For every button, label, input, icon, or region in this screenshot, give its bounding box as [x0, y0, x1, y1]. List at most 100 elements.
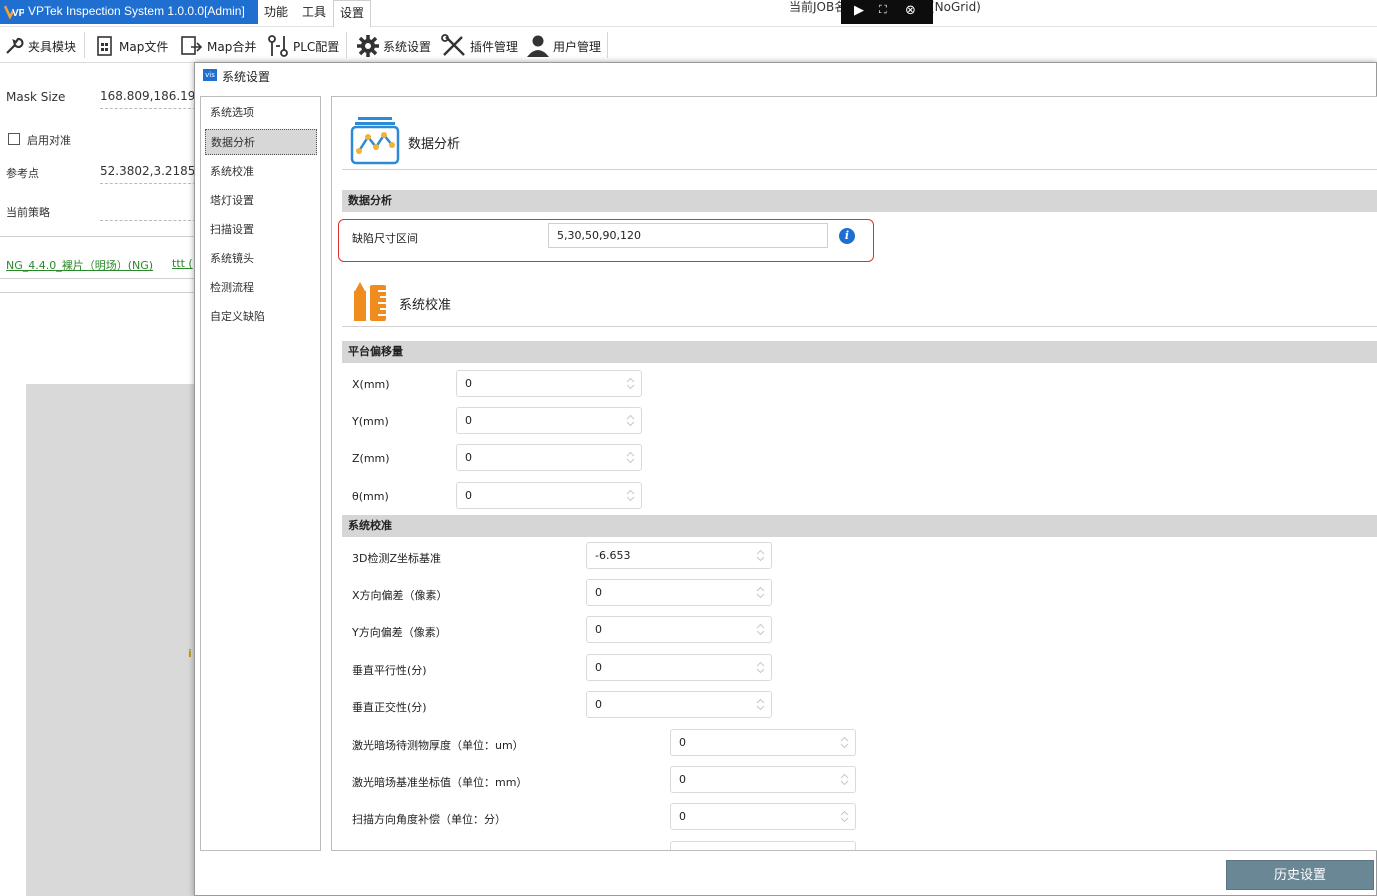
spin-arrows-icon[interactable]	[756, 698, 765, 711]
offset-z-label: Z(mm)	[352, 452, 390, 465]
defect-size-input[interactable]: 5,30,50,90,120	[548, 223, 828, 248]
dialog-title-bar: vis 系统设置	[195, 63, 1376, 91]
toolbar-divider	[346, 32, 347, 58]
offset-y-label: Y(mm)	[352, 415, 389, 428]
main-toolbar: 夹具模块 Map文件 Map合并 PLC配置 系统设置 插件管理 用户管理	[0, 28, 1377, 63]
nav-scan-settings[interactable]: 扫描设置	[205, 217, 317, 243]
vertical-parallelism-label: 垂直平行性(分)	[352, 664, 427, 677]
enable-align-checkbox[interactable]	[8, 133, 20, 145]
offset-theta-spinbox[interactable]: 0	[456, 482, 642, 509]
laser-thickness-spinbox[interactable]: 0	[670, 729, 856, 756]
spin-arrows-icon[interactable]	[756, 586, 765, 599]
spin-arrows-icon[interactable]	[840, 736, 849, 749]
laser-baseline-value: 0	[679, 773, 686, 786]
next-spinbox-partial[interactable]	[670, 841, 856, 850]
offset-x-label: X(mm)	[352, 378, 390, 391]
offset-theta-value: 0	[465, 489, 472, 502]
offset-x-spinbox[interactable]: 0	[456, 370, 642, 397]
toolbar-label: PLC配置	[293, 39, 340, 54]
recipe-link-2[interactable]: ttt (	[172, 257, 193, 270]
x-deviation-label: X方向偏差（像素）	[352, 589, 448, 602]
stray-glyph: i	[188, 647, 192, 660]
spin-arrows-icon[interactable]	[840, 810, 849, 823]
plugin-manage-button[interactable]: 插件管理	[441, 32, 518, 60]
recipe-info-panel: Mask Size 168.809,186.1954 启用对准 参考点 52.3…	[0, 64, 211, 896]
dialog-title: 系统设置	[222, 70, 271, 84]
nav-system-options[interactable]: 系统选项	[205, 100, 317, 126]
spin-arrows-icon[interactable]	[626, 377, 635, 390]
calibration-section-title: 系统校准	[399, 298, 452, 313]
laser-thickness-value: 0	[679, 736, 686, 749]
nav-tower-light[interactable]: 塔灯设置	[205, 188, 317, 214]
merge-icon	[181, 36, 203, 55]
spin-arrows-icon[interactable]	[626, 414, 635, 427]
vertical-orthogonality-value: 0	[595, 698, 602, 711]
system-settings-button[interactable]: 系统设置	[356, 32, 431, 60]
vertical-orthogonality-label: 垂直正交性(分)	[352, 701, 427, 714]
recipe-link[interactable]: NG_4.4.0_裸片（明场）(NG)	[6, 257, 153, 273]
spin-arrows-icon[interactable]	[756, 549, 765, 562]
play-icon[interactable]: ▶	[854, 3, 864, 18]
wafer-view	[26, 384, 200, 896]
nav-system-calibration[interactable]: 系统校准	[205, 159, 317, 185]
vertical-orthogonality-spinbox[interactable]: 0	[586, 691, 772, 718]
x-deviation-spinbox[interactable]: 0	[586, 579, 772, 606]
offset-z-spinbox[interactable]: 0	[456, 444, 642, 471]
offset-y-spinbox[interactable]: 0	[456, 407, 642, 434]
map-merge-button[interactable]: Map合并	[180, 32, 256, 60]
defect-size-label: 缺陷尺寸区间	[352, 232, 418, 245]
history-settings-button[interactable]: 历史设置	[1226, 860, 1374, 890]
menu-function[interactable]: 功能	[258, 0, 294, 27]
app-logo-icon: VP	[4, 5, 24, 19]
divider	[0, 278, 196, 279]
app-title-bar: VP VPTek Inspection System 1.0.0.0[Admin…	[0, 0, 258, 24]
system-settings-dialog: vis 系统设置 系统选项 数据分析 系统校准 塔灯设置 扫描设置 系统镜头 检…	[194, 62, 1377, 896]
resize-icon[interactable]: ⛶	[879, 3, 887, 17]
spin-arrows-icon[interactable]	[626, 489, 635, 502]
y-deviation-spinbox[interactable]: 0	[586, 616, 772, 643]
data-analysis-icon	[350, 117, 400, 165]
offset-x-value: 0	[465, 377, 472, 390]
divider	[0, 236, 196, 237]
laser-baseline-label: 激光暗场基准坐标值（单位：mm）	[352, 776, 528, 789]
plc-config-button[interactable]: PLC配置	[266, 32, 339, 60]
tools-icon	[441, 34, 465, 56]
field-underline	[100, 108, 196, 109]
toolbar-divider	[607, 32, 608, 58]
toolbar-label: 夹具模块	[28, 39, 77, 54]
laser-thickness-label: 激光暗场待测物厚度（单位：um）	[352, 739, 524, 752]
scan-angle-comp-spinbox[interactable]: 0	[670, 803, 856, 830]
spin-arrows-icon[interactable]	[840, 773, 849, 786]
nav-custom-defect[interactable]: 自定义缺陷	[205, 304, 317, 330]
laser-baseline-spinbox[interactable]: 0	[670, 766, 856, 793]
menu-settings[interactable]: 设置	[333, 0, 372, 27]
offset-y-value: 0	[465, 414, 472, 427]
x-deviation-value: 0	[595, 586, 602, 599]
nav-system-lens[interactable]: 系统镜头	[205, 246, 317, 272]
nav-data-analysis[interactable]: 数据分析	[205, 129, 317, 155]
close-icon[interactable]: ⊗	[905, 3, 916, 18]
document-icon	[97, 36, 112, 56]
vertical-parallelism-value: 0	[595, 661, 602, 674]
divider	[0, 292, 196, 293]
ref-point-label: 参考点	[6, 167, 39, 180]
info-icon[interactable]: i	[839, 228, 855, 244]
map-file-button[interactable]: Map文件	[94, 32, 168, 60]
z-baseline-label: 3D检测Z坐标基准	[352, 552, 442, 565]
screen-recorder-bar: ▶ ⛶ ⊗	[841, 0, 933, 24]
vertical-parallelism-spinbox[interactable]: 0	[586, 654, 772, 681]
fixture-module-button[interactable]: 夹具模块	[3, 32, 76, 60]
title-bar: VP VPTek Inspection System 1.0.0.0[Admin…	[0, 0, 1377, 27]
user-manage-button[interactable]: 用户管理	[526, 32, 601, 60]
z-baseline-spinbox[interactable]: -6.653	[586, 542, 772, 569]
nav-inspection-flow[interactable]: 检测流程	[205, 275, 317, 301]
spin-arrows-icon[interactable]	[756, 623, 765, 636]
spin-arrows-icon[interactable]	[626, 451, 635, 464]
mask-size-label: Mask Size	[6, 90, 66, 104]
spin-arrows-icon[interactable]	[756, 661, 765, 674]
calibration-group-header: 系统校准	[342, 515, 1377, 537]
y-deviation-label: Y方向偏差（像素）	[352, 626, 447, 639]
menu-tools[interactable]: 工具	[296, 0, 332, 27]
settings-nav: 系统选项 数据分析 系统校准 塔灯设置 扫描设置 系统镜头 检测流程 自定义缺陷	[200, 96, 321, 851]
app-title: VPTek Inspection System 1.0.0.0[Admin]	[28, 4, 245, 18]
